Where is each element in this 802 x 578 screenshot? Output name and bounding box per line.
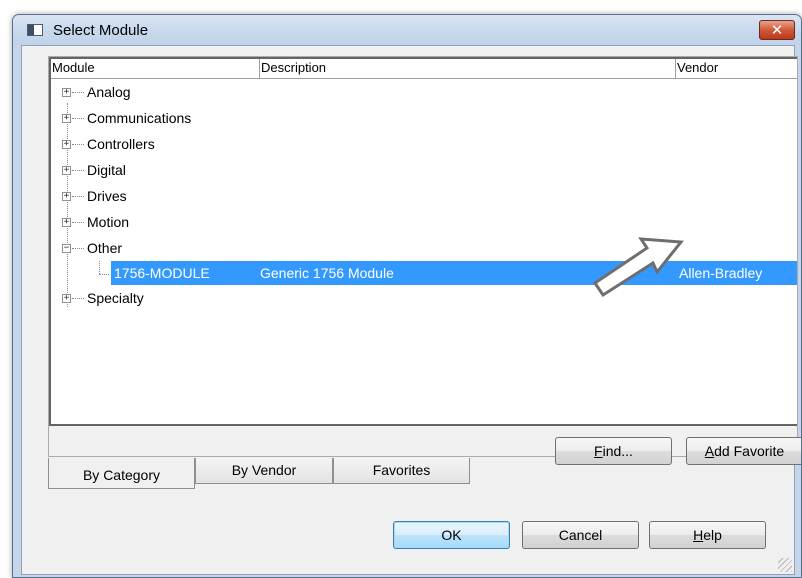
selected-module-description: Generic 1756 Module [260,265,394,281]
expand-icon[interactable]: + [62,218,71,227]
close-icon: ✕ [770,21,784,39]
expand-icon[interactable]: + [62,166,71,175]
expand-icon[interactable]: + [62,114,71,123]
tree-branch-line [72,248,84,249]
tree-branch-line [72,92,84,93]
add-favorite-button-label: dd Favorite [714,443,785,459]
add-favorite-button-accel: A [704,443,715,459]
collapse-icon[interactable]: − [62,244,71,253]
column-header: Module Description Vendor [51,59,797,79]
tree-branch-line [72,196,84,197]
find-button-accel: F [594,443,603,459]
tab-by-vendor[interactable]: By Vendor [195,458,333,484]
tree-item-label: Digital [87,162,126,178]
tree-item-label: Controllers [87,136,155,152]
help-button-accel: H [693,527,704,543]
tree-branch-line [72,170,84,171]
tab-favorites[interactable]: Favorites [333,458,470,484]
expand-icon[interactable]: + [62,192,71,201]
cancel-button[interactable]: Cancel [522,521,639,549]
window-icon [27,24,43,36]
tree-item-label: Motion [87,214,130,230]
tree-branch-line [72,298,84,299]
find-button-label: ind... [602,443,633,459]
ok-button[interactable]: OK [393,521,510,549]
arrow-pointer-icon [592,237,684,298]
tree-item-label: Analog [87,84,131,100]
dialog-client-area: Module Description Vendor + Analog + Com… [21,45,801,575]
expand-icon[interactable]: + [62,294,71,303]
tree-item-communications[interactable]: + Communications [51,105,797,131]
help-button-label: elp [703,527,722,543]
tree-branch-line [99,274,109,275]
expand-icon[interactable]: + [62,140,71,149]
resize-grip-icon[interactable] [778,558,792,572]
tree-item-label: Specialty [87,290,144,306]
title-bar[interactable]: Select Module ✕ [13,15,801,45]
tree-item-analog[interactable]: + Analog [51,79,797,105]
column-header-vendor[interactable]: Vendor [676,59,797,79]
tree-branch-line [72,118,84,119]
column-header-module[interactable]: Module [51,59,260,79]
selected-module-name: 1756-MODULE [114,265,210,281]
tree-item-label: Drives [87,188,127,204]
tree-branch-line [99,261,100,274]
tree-branch-line [72,222,84,223]
dialog-title: Select Module [53,22,149,39]
tree-item-controllers[interactable]: + Controllers [51,131,797,157]
tree-item-digital[interactable]: + Digital [51,157,797,183]
tree-item-label: Other [87,240,123,256]
tree-branch-line [72,144,84,145]
column-header-description[interactable]: Description [260,59,676,79]
tab-by-category[interactable]: By Category [48,458,195,489]
help-button[interactable]: Help [649,521,766,549]
tab-strip: By Category By Vendor Favorites [48,458,801,502]
expand-icon[interactable]: + [62,88,71,97]
tree-item-label: Communications [87,110,192,126]
close-button[interactable]: ✕ [759,20,795,40]
